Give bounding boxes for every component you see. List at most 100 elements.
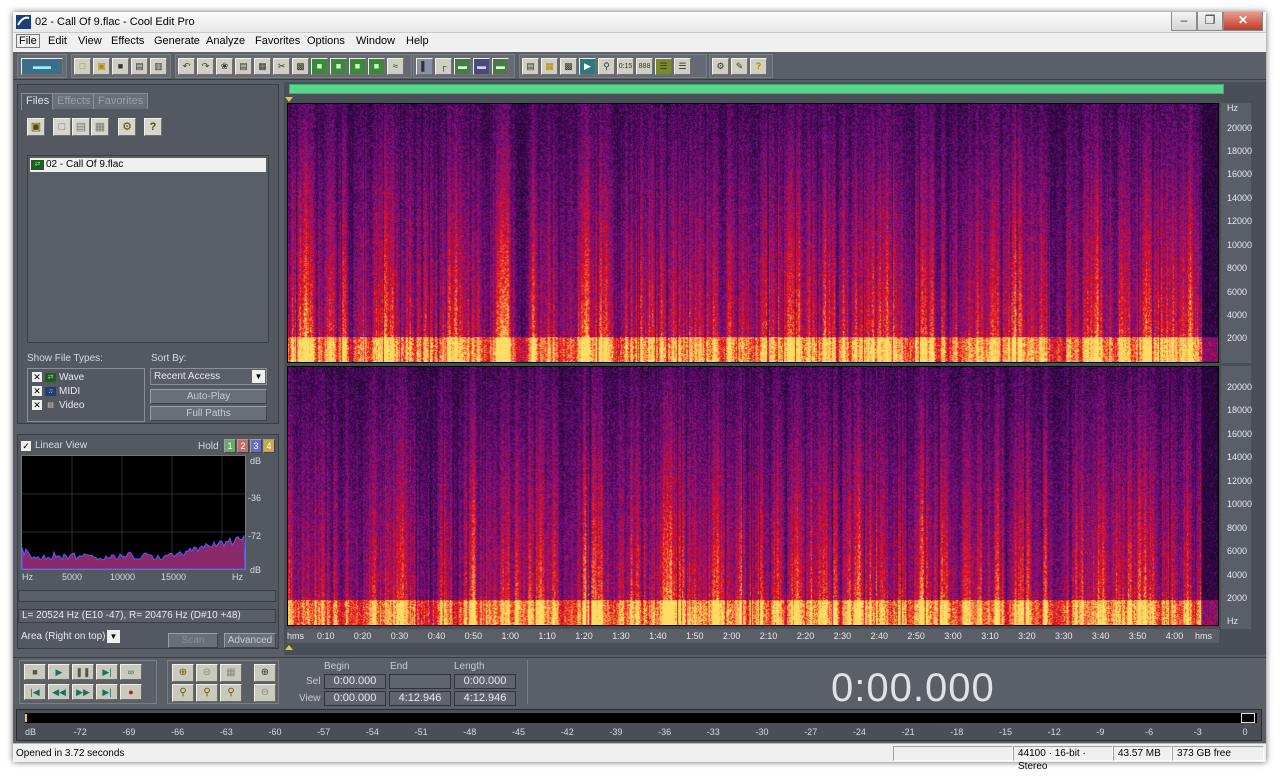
- open-file-icon[interactable]: ▣: [93, 58, 110, 75]
- zoom-out-vertical-icon[interactable]: ⊖: [254, 684, 276, 702]
- zoom-in-vertical-icon[interactable]: ⊕: [254, 664, 276, 682]
- scripts-icon[interactable]: ✎: [731, 58, 748, 75]
- zoom-full-icon[interactable]: ▦: [220, 664, 242, 682]
- analysis-scrollbar[interactable]: [18, 590, 276, 602]
- go-to-end-icon[interactable]: ▶|: [96, 684, 118, 700]
- channel-right-icon[interactable]: ▬: [492, 58, 509, 75]
- time-ruler[interactable]: hms 0:10 0:20 0:30 0:40 0:50 1:00 1:10 1:20 1:30 1…: [287, 629, 1219, 643]
- options-icon[interactable]: ⚙: [118, 118, 136, 136]
- close-button[interactable]: ✕: [1223, 12, 1263, 31]
- fast-forward-icon[interactable]: ▶▶: [72, 684, 94, 700]
- play-view-icon[interactable]: ▶: [579, 58, 596, 75]
- channel-left-icon[interactable]: ▬: [473, 58, 490, 75]
- spectrogram-left-channel[interactable]: [287, 103, 1219, 363]
- zoom-view-icon[interactable]: ⚲: [598, 58, 615, 75]
- view-begin-field[interactable]: 0:00.000: [324, 691, 386, 706]
- cue-list-icon[interactable]: ☰: [674, 58, 691, 75]
- waveform-view-icon[interactable]: ▤: [522, 58, 539, 75]
- scan-button[interactable]: Scan: [168, 633, 218, 648]
- snap-icon[interactable]: ┌: [435, 58, 452, 75]
- undo-icon[interactable]: ↶: [178, 58, 195, 75]
- view-length-field[interactable]: 4:12.946: [454, 691, 516, 706]
- marker-icon[interactable]: ☰: [655, 58, 672, 75]
- mixer-view-icon[interactable]: ▩: [560, 58, 577, 75]
- time-format-icon[interactable]: 0:15: [617, 58, 634, 75]
- full-paths-button[interactable]: Full Paths: [150, 406, 267, 421]
- zoom-navigator-bar[interactable]: [289, 84, 1224, 94]
- tab-effects[interactable]: Effects: [52, 93, 96, 109]
- settings-icon[interactable]: ⚙: [712, 58, 729, 75]
- save-all-icon[interactable]: ▥: [150, 58, 167, 75]
- record-icon[interactable]: ●: [120, 684, 142, 700]
- repeat-icon[interactable]: ❀: [216, 58, 233, 75]
- menu-window[interactable]: Window: [354, 35, 397, 47]
- file-type-wave[interactable]: ✕ ⇄ Wave: [32, 372, 84, 385]
- cut-icon[interactable]: ✂: [273, 58, 290, 75]
- menu-help[interactable]: Help: [404, 35, 431, 47]
- play-to-end-icon[interactable]: ▶|: [96, 664, 118, 680]
- hold-button-2[interactable]: 2: [237, 439, 249, 453]
- file-type-midi[interactable]: ✕ ♫ MIDI: [32, 386, 80, 399]
- bars-beats-icon[interactable]: 888: [636, 58, 653, 75]
- end-marker-icon[interactable]: [285, 645, 294, 651]
- analysis-mode-select[interactable]: Area (Right on top) ▼: [18, 629, 121, 646]
- menu-file[interactable]: File: [16, 34, 40, 48]
- trim-icon[interactable]: ■: [349, 58, 366, 75]
- mix-paste-icon[interactable]: ■: [330, 58, 347, 75]
- save-icon[interactable]: ■: [112, 58, 129, 75]
- sort-by-select[interactable]: Recent Access ▼: [150, 368, 267, 385]
- edit-icon[interactable]: ▦: [91, 118, 109, 136]
- hold-button-3[interactable]: 3: [250, 439, 262, 453]
- redo-icon[interactable]: ↷: [197, 58, 214, 75]
- menu-effects[interactable]: Effects: [109, 35, 146, 47]
- sel-end-field[interactable]: [389, 674, 451, 689]
- delete-silence-icon[interactable]: ■: [368, 58, 385, 75]
- zoom-in-icon[interactable]: ⊕: [172, 664, 194, 682]
- insert-icon[interactable]: ▤: [72, 118, 90, 136]
- spectral-view-icon[interactable]: ▦: [541, 58, 558, 75]
- hold-button-4[interactable]: 4: [263, 439, 275, 453]
- checkbox-icon[interactable]: ✕: [32, 372, 42, 383]
- menu-favorites[interactable]: Favorites: [253, 35, 302, 47]
- menu-edit[interactable]: Edit: [46, 35, 69, 47]
- checkbox-icon[interactable]: ✕: [32, 400, 42, 411]
- spectrogram-right-channel[interactable]: [287, 366, 1219, 626]
- zoom-right-icon[interactable]: ⚲: [196, 684, 218, 702]
- zoom-left-icon[interactable]: ⚲: [172, 684, 194, 702]
- select-tool-icon[interactable]: ▌: [416, 58, 433, 75]
- paste-new-icon[interactable]: ■: [311, 58, 328, 75]
- tab-files[interactable]: Files: [21, 93, 55, 110]
- minimize-button[interactable]: –: [1171, 12, 1197, 31]
- stop-icon[interactable]: ■: [24, 664, 46, 680]
- open-folder-icon[interactable]: ▣: [27, 118, 45, 136]
- rewind-icon[interactable]: ◀◀: [48, 684, 70, 700]
- maximize-button[interactable]: ❐: [1197, 12, 1223, 31]
- help-icon[interactable]: ?: [750, 58, 767, 75]
- loop-icon[interactable]: ∞: [120, 664, 142, 680]
- paste-icon[interactable]: ▩: [292, 58, 309, 75]
- checkbox-icon[interactable]: ✕: [32, 386, 42, 397]
- zero-crossing-icon[interactable]: ≈: [387, 58, 404, 75]
- menu-generate[interactable]: Generate: [152, 35, 202, 47]
- play-icon[interactable]: ▶: [48, 664, 70, 680]
- advanced-button[interactable]: Advanced: [224, 633, 276, 648]
- zoom-out-icon[interactable]: ⊖: [196, 664, 218, 682]
- organizer-help-icon[interactable]: ?: [144, 118, 162, 136]
- linear-view-checkbox[interactable]: ✓: [21, 441, 31, 451]
- close-file-icon[interactable]: □: [53, 118, 71, 136]
- view-end-field[interactable]: 4:12.946: [389, 691, 451, 706]
- go-to-start-icon[interactable]: |◀: [24, 684, 46, 700]
- copy-new-icon[interactable]: ▦: [254, 58, 271, 75]
- menu-options[interactable]: Options: [305, 35, 347, 47]
- pause-icon[interactable]: ❚❚: [72, 664, 94, 680]
- menu-analyze[interactable]: Analyze: [204, 35, 247, 47]
- sel-length-field[interactable]: 0:00.000: [454, 674, 516, 689]
- file-type-video[interactable]: ✕ ▤ Video: [32, 400, 84, 413]
- channel-both-icon[interactable]: ▬: [454, 58, 471, 75]
- clip-indicator[interactable]: [1241, 713, 1255, 723]
- new-file-icon[interactable]: □: [74, 58, 91, 75]
- tab-favorites[interactable]: Favorites: [93, 93, 149, 109]
- file-list-item[interactable]: ⇄ 02 - Call Of 9.flac: [30, 158, 266, 172]
- menu-view[interactable]: View: [76, 35, 104, 47]
- multitrack-toggle-icon[interactable]: ▬▬: [21, 58, 63, 75]
